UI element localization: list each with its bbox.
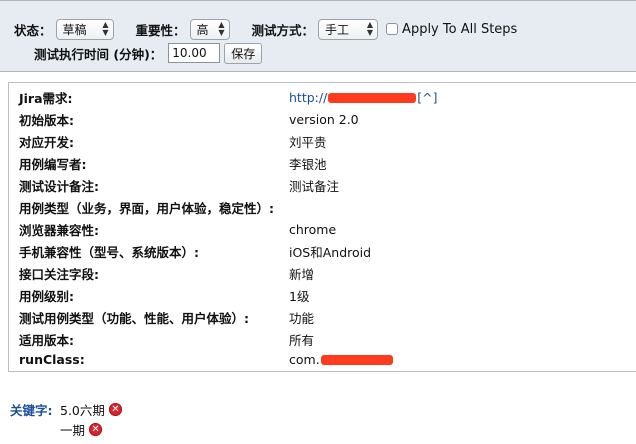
field-row: 用例级别: 1级 xyxy=(19,285,629,305)
remove-keyword-icon[interactable]: ✕ xyxy=(108,403,122,416)
exec-time-label: 测试执行时间 (分钟)： xyxy=(34,46,163,62)
test-method-label: 测试方式： xyxy=(251,22,315,38)
exec-time-input[interactable]: 10.00 xyxy=(168,43,221,63)
field-value-runclass: com. xyxy=(289,352,394,367)
field-row: 用例类型（业务，界面，用户体验，稳定性）: xyxy=(19,197,629,217)
test-method-select-value: 手工 xyxy=(325,22,350,37)
field-value: version 2.0 xyxy=(289,111,359,127)
keyword-text: 一期 xyxy=(60,423,86,438)
field-value: chrome xyxy=(289,221,337,237)
status-select-value: 草稿 xyxy=(62,22,87,37)
keyword-item: 5.0六期 ✕ xyxy=(60,400,122,419)
field-value: 刘平贵 xyxy=(289,134,327,150)
redaction-mark xyxy=(328,93,417,103)
field-label: 对应开发: xyxy=(19,134,74,150)
test-case-toolbar: 状态： 草稿 ▲ ▼ 重要性： 高 ▲ ▼ 测试方式： 手工 ▲ ▼ Apply To… xyxy=(0,0,636,72)
field-row: 用例编写者: 李银池 xyxy=(19,153,629,173)
field-label: 手机兼容性（型号、系统版本）: xyxy=(19,244,199,260)
field-row: 对应开发: 刘平贵 xyxy=(19,131,629,151)
test-method-select[interactable]: 手工 ▲ ▼ xyxy=(318,18,379,40)
importance-label: 重要性： xyxy=(135,22,186,38)
jira-expand-link[interactable]: [^] xyxy=(417,90,437,105)
keyword-text: 5.0六期 xyxy=(60,403,105,418)
field-value: 1级 xyxy=(289,288,310,304)
field-value: 新增 xyxy=(289,266,315,282)
redaction-mark xyxy=(320,355,393,365)
field-row: 测试用例类型（功能、性能、用户体验）: 功能 xyxy=(19,307,629,327)
keywords-label: 关键字: xyxy=(10,403,53,418)
field-row: 初始版本: version 2.0 xyxy=(19,109,629,129)
jira-link[interactable]: http://[^] xyxy=(289,90,438,105)
field-row: 测试设计备注: 测试备注 xyxy=(19,175,629,195)
field-row-jira: Jira需求: http://[^] xyxy=(19,87,629,107)
field-label: 初始版本: xyxy=(19,112,74,128)
select-arrows-icon: ▲ ▼ xyxy=(218,20,225,37)
field-row: 适用版本: 所有 xyxy=(19,329,629,349)
field-label: Jira需求: xyxy=(19,90,73,106)
status-label: 状态： xyxy=(14,22,52,38)
field-label: 测试设计备注: xyxy=(19,178,99,194)
field-value: 李银池 xyxy=(289,156,327,172)
field-label: 接口关注字段: xyxy=(19,266,99,282)
apply-all-steps-checkbox[interactable] xyxy=(386,23,399,35)
field-value: iOS和Android xyxy=(289,244,372,260)
field-value-jira: http://[^] xyxy=(289,90,438,105)
keyword-item: 一期 ✕ xyxy=(60,420,103,439)
field-row: 接口关注字段: 新增 xyxy=(19,263,629,283)
field-label: 用例类型（业务，界面，用户体验，稳定性）: xyxy=(19,200,274,216)
importance-select-value: 高 xyxy=(196,22,209,37)
apply-all-steps-label[interactable]: Apply To All Steps xyxy=(402,22,517,37)
field-label: 测试用例类型（功能、性能、用户体验）: xyxy=(19,310,249,326)
field-label: 适用版本: xyxy=(19,332,74,348)
field-value: 所有 xyxy=(289,332,315,348)
custom-fields-panel: Jira需求: http://[^] 初始版本: version 2.0 对应开… xyxy=(8,82,636,372)
field-label: 浏览器兼容性: xyxy=(19,222,99,238)
field-row: 手机兼容性（型号、系统版本）: iOS和Android xyxy=(19,241,629,261)
field-label: 用例级别: xyxy=(19,288,74,304)
field-label: runClass: xyxy=(19,351,85,367)
field-row-runclass: runClass: com. xyxy=(19,349,629,369)
field-value: 功能 xyxy=(289,310,315,326)
field-label: 用例编写者: xyxy=(19,156,87,172)
remove-keyword-icon[interactable]: ✕ xyxy=(89,423,103,436)
status-select[interactable]: 草稿 ▲ ▼ xyxy=(55,18,114,40)
save-button[interactable]: 保存 xyxy=(224,42,263,64)
importance-select[interactable]: 高 ▲ ▼ xyxy=(189,18,230,40)
field-row: 浏览器兼容性: chrome xyxy=(19,219,629,239)
field-value: 测试备注 xyxy=(289,178,340,194)
select-arrows-icon: ▲ ▼ xyxy=(366,20,374,37)
select-arrows-icon: ▲ ▼ xyxy=(102,20,109,37)
